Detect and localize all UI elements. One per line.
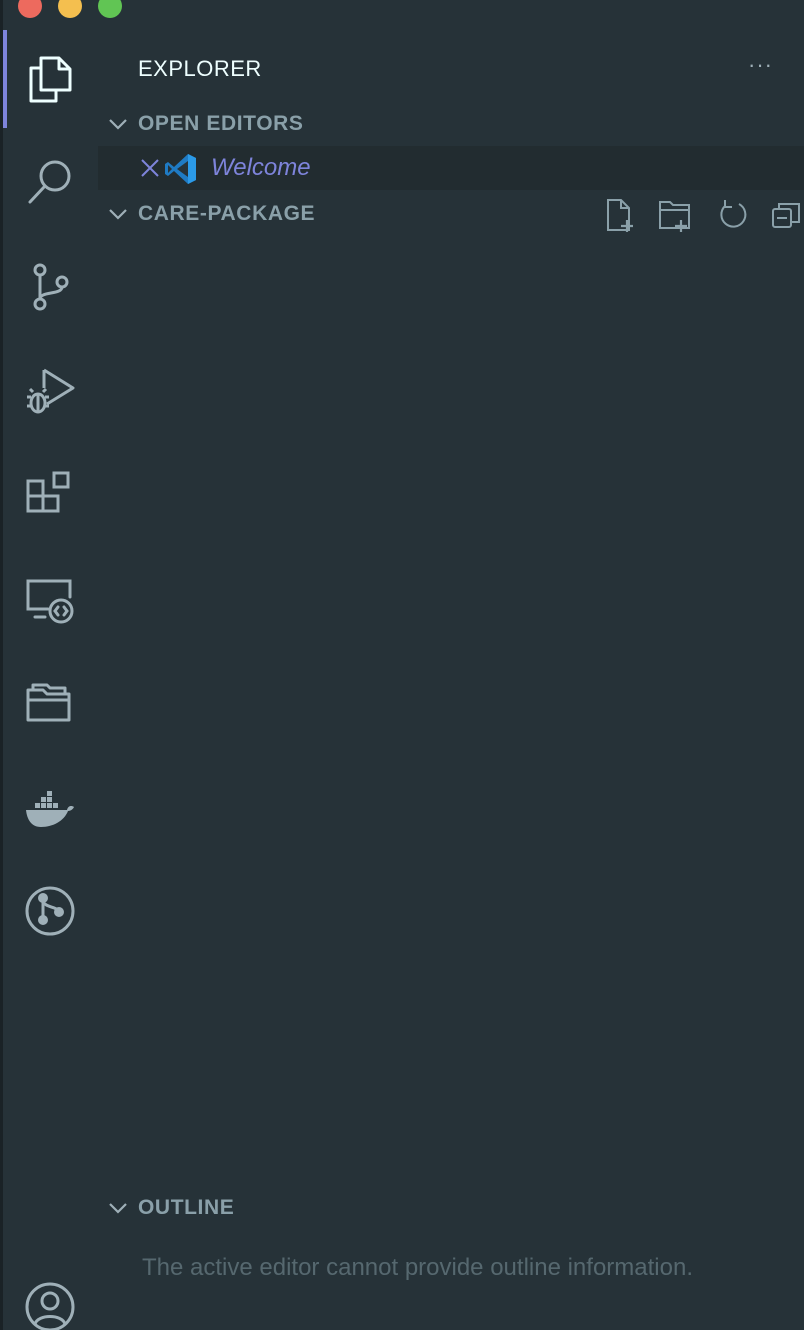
- vscode-logo-icon: [165, 154, 196, 184]
- outline-label: OUTLINE: [138, 1196, 235, 1219]
- remote-explorer-icon[interactable]: [23, 573, 77, 627]
- explorer-sidebar: EXPLORER ··· OPEN EDITORS Welcome CARE-P…: [98, 0, 804, 1330]
- chevron-down-icon: [109, 1203, 127, 1214]
- outline-empty-message: The active editor cannot provide outline…: [142, 1254, 693, 1281]
- open-editors-header[interactable]: OPEN EDITORS: [98, 104, 804, 144]
- account-icon[interactable]: [23, 1280, 77, 1330]
- gitlens-icon[interactable]: [23, 884, 77, 938]
- refresh-icon[interactable]: [715, 196, 751, 234]
- search-icon[interactable]: [23, 156, 77, 210]
- open-editors-label: OPEN EDITORS: [138, 112, 304, 135]
- close-icon[interactable]: [138, 156, 162, 180]
- active-indicator: [3, 30, 7, 128]
- more-actions-button[interactable]: ···: [748, 52, 773, 78]
- chevron-down-icon: [109, 119, 127, 130]
- new-file-icon[interactable]: [603, 196, 639, 234]
- files-icon[interactable]: [23, 52, 77, 106]
- open-editor-item[interactable]: Welcome: [98, 146, 804, 190]
- open-editor-name: Welcome: [211, 154, 311, 181]
- new-folder-icon[interactable]: [657, 196, 693, 234]
- activity-bar: [3, 0, 97, 1330]
- folder-label: CARE-PACKAGE: [138, 202, 316, 225]
- vscode-window: EXPLORER ··· OPEN EDITORS Welcome CARE-P…: [0, 0, 804, 1330]
- collapse-all-icon[interactable]: [769, 196, 804, 234]
- sidebar-title: EXPLORER: [138, 56, 262, 81]
- folder-icon[interactable]: [23, 676, 77, 730]
- outline-header[interactable]: OUTLINE: [98, 1188, 804, 1228]
- source-control-icon[interactable]: [23, 261, 77, 315]
- chevron-down-icon: [109, 209, 127, 220]
- extensions-icon[interactable]: [23, 469, 77, 523]
- run-debug-icon[interactable]: [23, 364, 77, 418]
- folder-actions: [603, 196, 804, 234]
- docker-icon[interactable]: [23, 781, 77, 835]
